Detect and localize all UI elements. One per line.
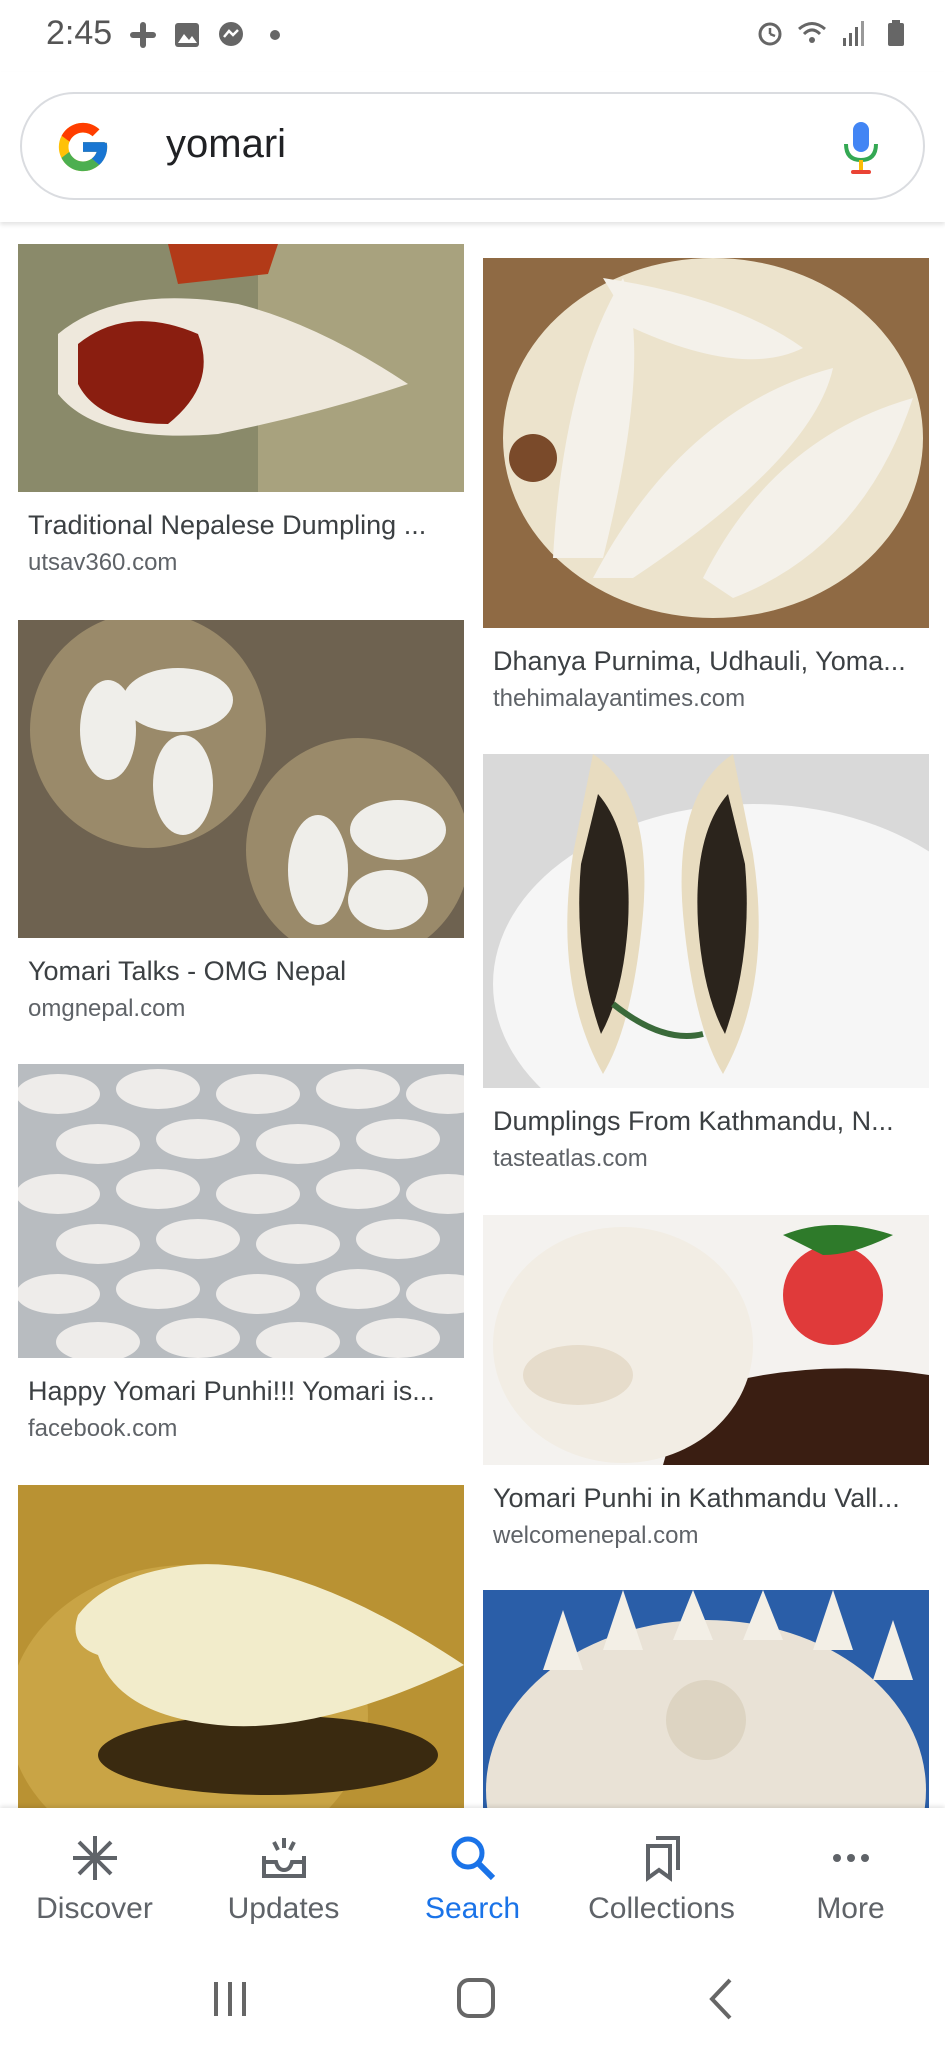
bottom-nav: Discover Updates Search Collections More bbox=[0, 1808, 945, 1956]
result-image-dumpling-display[interactable] bbox=[483, 1590, 929, 1808]
result-card-right-1[interactable]: Dhanya Purnima, Udhauli, Yoma... thehima… bbox=[483, 258, 929, 713]
inbox-icon bbox=[261, 1838, 306, 1878]
system-nav-bar bbox=[0, 1956, 945, 2048]
result-image-cut-dumpling[interactable] bbox=[483, 754, 929, 1088]
signal-icon bbox=[843, 21, 864, 46]
result-card-left-4[interactable] bbox=[18, 1485, 464, 1808]
bookmarks-icon bbox=[645, 1836, 680, 1882]
result-card-right-2[interactable]: Dumplings From Kathmandu, N... tasteatla… bbox=[483, 754, 929, 1173]
result-source: utsav360.com bbox=[28, 549, 178, 576]
result-image-dumpling-strawberry[interactable] bbox=[483, 1215, 929, 1465]
gallery-icon bbox=[175, 23, 199, 47]
result-title: Yomari Talks - OMG Nepal bbox=[28, 956, 347, 986]
result-title: Yomari Punhi in Kathmandu Vall... bbox=[493, 1483, 900, 1513]
result-card-left-1[interactable]: Traditional Nepalese Dumpling ... utsav3… bbox=[18, 244, 464, 577]
google-g-icon bbox=[58, 122, 108, 172]
nav-label: Discover bbox=[36, 1892, 153, 1925]
result-source: facebook.com bbox=[28, 1415, 178, 1442]
status-time: 2:45 bbox=[46, 14, 113, 52]
recents-icon[interactable] bbox=[200, 1974, 260, 2024]
search-input[interactable]: yomari bbox=[166, 122, 286, 167]
result-card-left-2[interactable]: Yomari Talks - OMG Nepal omgnepal.com bbox=[18, 620, 464, 1023]
asterisk-icon bbox=[72, 1836, 117, 1880]
mic-icon[interactable] bbox=[841, 120, 881, 176]
battery-icon bbox=[888, 20, 904, 46]
wifi-icon bbox=[798, 22, 826, 43]
nav-discover[interactable]: Discover bbox=[0, 1808, 189, 1956]
result-title: Dhanya Purnima, Udhauli, Yoma... bbox=[493, 646, 906, 676]
image-results-grid: Traditional Nepalese Dumpling ... utsav3… bbox=[0, 222, 945, 1808]
result-image-plate-dumplings[interactable] bbox=[483, 258, 929, 628]
nav-search[interactable]: Search bbox=[378, 1808, 567, 1956]
back-icon[interactable] bbox=[692, 1974, 752, 2024]
search-icon bbox=[451, 1836, 495, 1881]
nav-collections[interactable]: Collections bbox=[567, 1808, 756, 1956]
nav-updates[interactable]: Updates bbox=[189, 1808, 378, 1956]
result-card-right-4[interactable] bbox=[483, 1590, 929, 1808]
nav-more[interactable]: More bbox=[756, 1808, 945, 1956]
slack-icon bbox=[130, 22, 156, 48]
status-bar: 2:45 bbox=[0, 0, 945, 72]
result-source: omgnepal.com bbox=[28, 995, 186, 1022]
result-image-baskets[interactable] bbox=[18, 620, 464, 938]
result-card-left-3[interactable]: Happy Yomari Punhi!!! Yomari is... faceb… bbox=[18, 1064, 464, 1443]
search-bar[interactable]: yomari bbox=[20, 92, 925, 200]
result-title: Traditional Nepalese Dumpling ... bbox=[28, 510, 427, 540]
alarm-icon bbox=[758, 22, 782, 46]
result-source: thehimalayantimes.com bbox=[493, 685, 746, 712]
nav-label: Collections bbox=[588, 1892, 735, 1925]
messenger-icon bbox=[219, 22, 243, 46]
home-icon[interactable] bbox=[446, 1974, 506, 2024]
nav-label: Search bbox=[424, 1892, 521, 1925]
more-dots-icon bbox=[832, 1854, 869, 1862]
result-title: Happy Yomari Punhi!!! Yomari is... bbox=[28, 1376, 435, 1406]
result-image-many-dumplings[interactable] bbox=[18, 1064, 464, 1358]
nav-label: Updates bbox=[227, 1892, 340, 1925]
result-image-single-dumpling[interactable] bbox=[18, 1485, 464, 1808]
result-source: welcomenepal.com bbox=[493, 1522, 699, 1549]
result-source: tasteatlas.com bbox=[493, 1145, 648, 1172]
result-card-right-3[interactable]: Yomari Punhi in Kathmandu Vall... welcom… bbox=[483, 1215, 929, 1550]
dot-icon bbox=[270, 30, 280, 40]
search-header: yomari bbox=[0, 72, 945, 222]
result-image-dumpling-sauce[interactable] bbox=[18, 244, 464, 492]
nav-label: More bbox=[816, 1892, 885, 1925]
partial-result-top[interactable] bbox=[18, 222, 464, 224]
result-title: Dumplings From Kathmandu, N... bbox=[493, 1106, 894, 1136]
